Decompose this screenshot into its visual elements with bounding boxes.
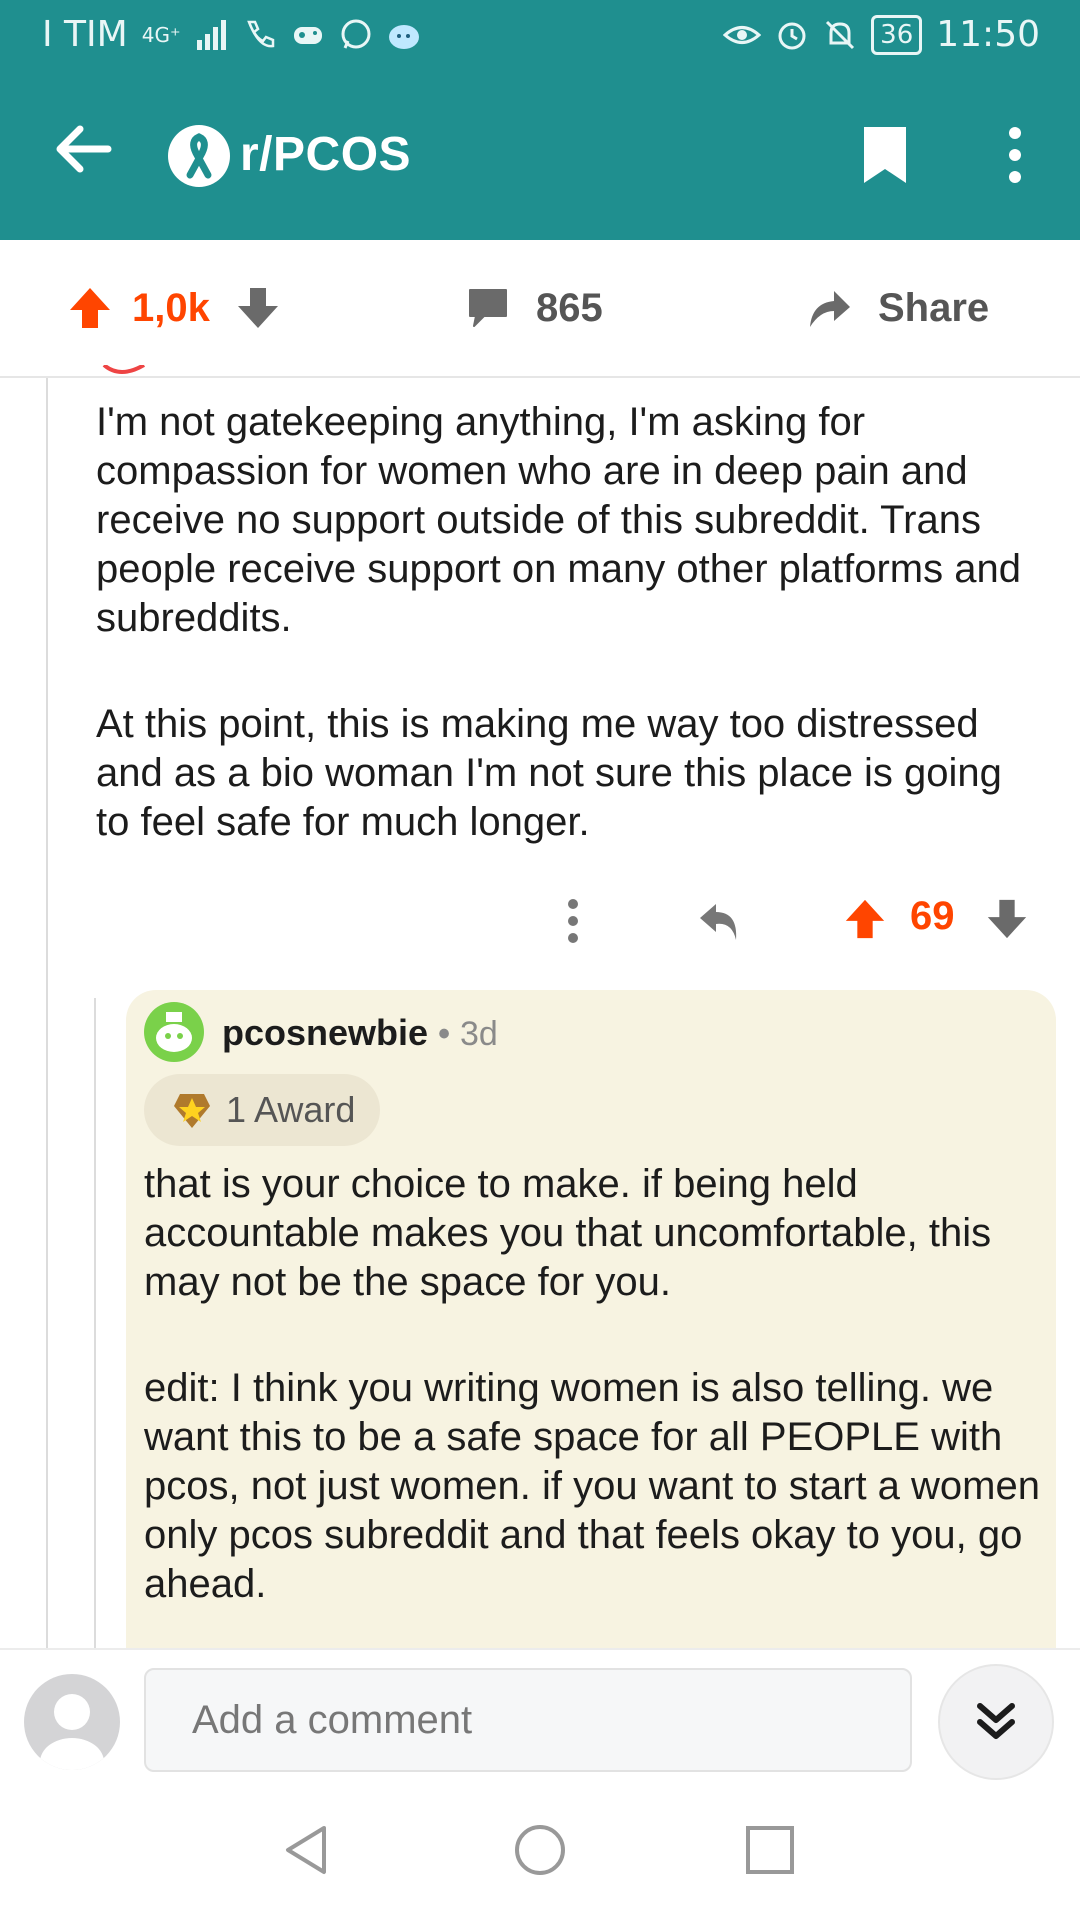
meta-separator: • [438, 1015, 450, 1053]
nav-recents-icon[interactable] [742, 1822, 798, 1878]
bell-off-icon [826, 20, 855, 49]
app-notification-icon [388, 24, 419, 49]
signal-icon [196, 19, 226, 50]
commenter-avatar-partial [102, 365, 146, 374]
reply-author-line: pcosnewbie • 3d [222, 1012, 498, 1054]
reply-paragraph: that is your choice to make. if being he… [144, 1162, 992, 1304]
call-icon [246, 20, 274, 47]
alarm-icon [778, 22, 806, 49]
bookmark-icon[interactable] [860, 123, 910, 187]
downvote-icon[interactable] [234, 284, 282, 332]
clock: 11:50 [936, 14, 1040, 55]
comment-upvote-icon[interactable] [842, 896, 888, 942]
user-avatar[interactable] [24, 1674, 120, 1770]
game-controller-icon [293, 26, 322, 44]
snoo-avatar-icon [156, 1012, 192, 1052]
eye-icon [723, 25, 762, 44]
subreddit-icon[interactable] [168, 125, 230, 187]
status-bar: I TIM 4G⁺ 36 11:50 [0, 0, 1080, 75]
comment-paragraph: At this point, this is making me way too… [96, 702, 1002, 844]
battery-indicator: 36 [871, 14, 923, 55]
comment-body: I'm not gatekeeping anything, I'm asking… [96, 398, 1046, 904]
comment-actions: 69 [540, 890, 1040, 952]
jump-to-next-button[interactable] [938, 1664, 1054, 1780]
comment-input[interactable] [144, 1668, 912, 1772]
reply-age: 3d [460, 1015, 498, 1053]
upvote-icon[interactable] [66, 284, 114, 332]
reply-paragraph: edit: I think you writing women is also … [144, 1366, 1040, 1606]
back-arrow-icon[interactable] [52, 117, 116, 181]
comment-score: 69 [910, 894, 955, 938]
double-chevron-down-icon [977, 1703, 1015, 1739]
reply-avatar[interactable] [144, 1002, 204, 1062]
reply-author[interactable]: pcosnewbie [222, 1012, 428, 1053]
post-score: 1,0k [132, 285, 210, 330]
comment-composer [0, 1648, 1080, 1790]
thread-line-nested[interactable] [94, 998, 96, 1648]
share-button[interactable]: Share [806, 240, 989, 376]
award-badge[interactable]: 1 Award [144, 1074, 380, 1146]
carrier-label: I TIM [42, 14, 128, 55]
post-action-bar: 1,0k 865 Share [0, 240, 1080, 378]
app-bar: r/PCOS [0, 75, 1080, 240]
default-avatar-icon [40, 1694, 104, 1770]
comments-button[interactable]: 865 [466, 240, 603, 376]
whatsapp-icon [341, 19, 371, 49]
more-options-icon[interactable] [1000, 123, 1030, 187]
reply-icon[interactable] [696, 898, 742, 944]
comment-downvote-icon[interactable] [984, 896, 1030, 942]
awareness-ribbon-icon [186, 133, 212, 179]
system-navigation-bar [0, 1788, 1080, 1920]
comment-bubble-icon [469, 289, 507, 327]
comment-paragraph: I'm not gatekeeping anything, I'm asking… [96, 400, 1021, 640]
share-label: Share [878, 285, 990, 330]
thread-line[interactable] [46, 378, 48, 1648]
subreddit-name[interactable]: r/PCOS [240, 127, 411, 182]
award-star-icon [174, 1094, 210, 1128]
comment-count: 865 [536, 285, 603, 330]
share-arrow-icon [810, 291, 850, 327]
nav-back-icon[interactable] [280, 1822, 336, 1878]
comment-more-icon[interactable] [566, 896, 580, 946]
reply-body: that is your choice to make. if being he… [144, 1160, 1044, 1666]
award-label: 1 Award [226, 1089, 356, 1130]
post-vote-group: 1,0k [66, 240, 282, 376]
network-label: 4G⁺ [141, 22, 181, 47]
reply-comment-card: pcosnewbie • 3d 1 Award that is your cho… [126, 990, 1056, 1690]
nav-home-icon[interactable] [512, 1822, 568, 1878]
